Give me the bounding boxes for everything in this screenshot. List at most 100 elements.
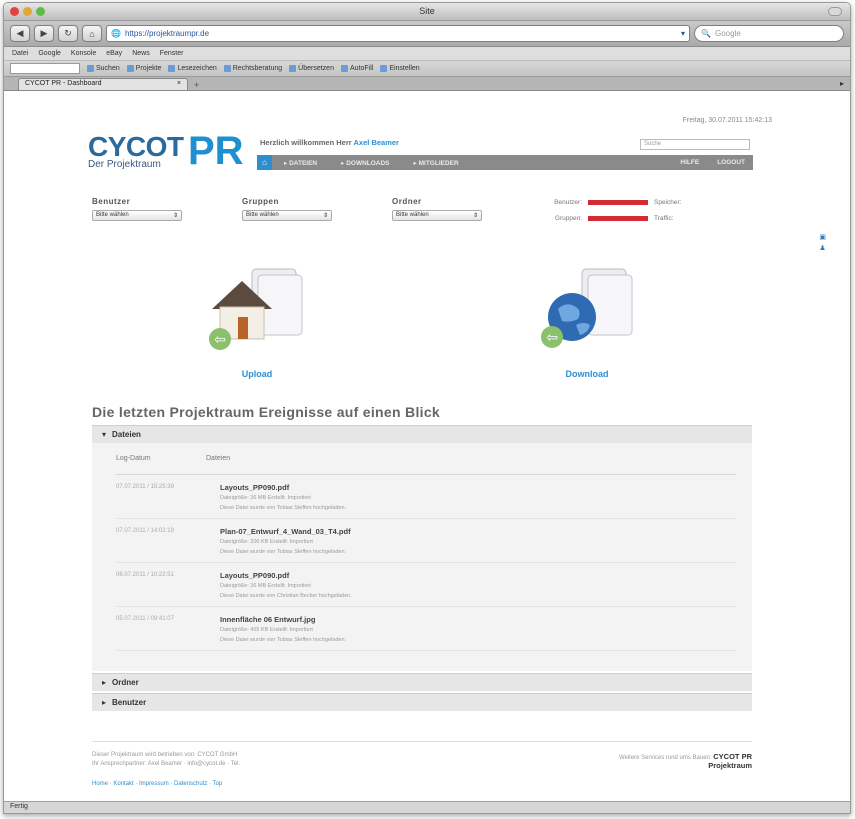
panel-header-benutzer[interactable]: ▸ Benutzer (92, 693, 752, 711)
cycot-pr-logo[interactable]: CYCOT PR Der Projektraum (88, 131, 244, 171)
menu-item[interactable]: Konsole (71, 50, 96, 57)
nav-item-logout[interactable]: LOGOUT (717, 159, 745, 166)
bookmark-item[interactable]: Projekte (126, 65, 161, 72)
panel-header-dateien[interactable]: ▾ Dateien (92, 425, 752, 443)
footer-links[interactable]: Home · Kontakt · Impressum · Datenschutz… (92, 781, 240, 787)
menu-item[interactable]: eBay (106, 50, 122, 57)
log-timestamp: 07.07.2011 / 14:02:19 (116, 528, 174, 534)
greeting-text: Herzlich willkommen Herr (260, 138, 352, 147)
column-header[interactable]: Dateien (206, 455, 230, 462)
site-search-input[interactable]: Suche (640, 139, 750, 150)
table-row: 07.07.2011 / 14:02:19 Plan-07_Entwurf_4_… (116, 519, 736, 563)
select-arrows-icon: ⇕ (322, 213, 328, 219)
main-navigation: ⌂ ▸ DATEIEN ▸ DOWNLOADS ▸ MITGLIEDER HIL… (257, 155, 753, 170)
filter-gruppen: Gruppen Bitte wählen ⇕ (242, 197, 332, 221)
benutzer-select[interactable]: Bitte wählen ⇕ (92, 210, 182, 221)
toolbar-toggle-button[interactable] (828, 7, 842, 16)
bookmark-item[interactable]: Übersetzen (289, 65, 334, 72)
stat-row: Benutzer: Speicher: (534, 199, 681, 206)
nav-right-group: HILFE LOGOUT (680, 159, 753, 166)
bookmark-item[interactable]: Lesezeichen (168, 65, 217, 72)
user-icon[interactable]: ♟ (819, 244, 826, 252)
upload-action[interactable]: ⇦ Upload (202, 259, 312, 379)
bookmark-item[interactable]: Rechtsberatung (223, 65, 283, 72)
nav-item-downloads[interactable]: ▸ DOWNLOADS (329, 159, 401, 167)
upload-label[interactable]: Upload (202, 369, 312, 379)
nav-item-hilfe[interactable]: HILFE (680, 159, 699, 166)
user-name-link[interactable]: Axel Beamer (354, 138, 399, 147)
file-meta: Diese Datei wurde von Tobias Steffen hoc… (220, 637, 347, 643)
reload-button[interactable]: ↻ (58, 25, 78, 42)
globe-folder-download-icon: ⇦ (532, 259, 642, 359)
rss-icon[interactable]: ▾ (681, 29, 685, 38)
bookmark-label: Lesezeichen (177, 65, 217, 72)
welcome-message: Herzlich willkommen Herr Axel Beamer (260, 138, 399, 147)
tab-close-icon[interactable]: × (177, 80, 181, 89)
bookmark-label: Übersetzen (298, 65, 334, 72)
select-arrows-icon: ⇕ (472, 213, 478, 219)
column-header[interactable]: Log-Datum (116, 455, 206, 462)
gruppen-select[interactable]: Bitte wählen ⇕ (242, 210, 332, 221)
logo-cycot-text: CYCOT (88, 131, 184, 162)
file-meta: Dateigröße: 200 KB Erstellt: Importiert (220, 539, 313, 545)
house-folder-upload-icon: ⇦ (202, 259, 312, 359)
bookmark-icon (126, 65, 134, 72)
bookmark-item[interactable]: Einstellen (380, 65, 420, 72)
file-name-link[interactable]: Plan-07_Entwurf_4_Wand_03_T4.pdf (220, 527, 351, 536)
collapsed-chevron-icon: ▸ (102, 678, 107, 687)
title-bar: Site (4, 3, 850, 21)
status-bar: Fertig (4, 801, 850, 813)
filter-label: Benutzer (92, 197, 131, 206)
download-action[interactable]: ⇦ Download (532, 259, 642, 379)
menu-item[interactable]: Google (38, 50, 61, 57)
panel-title: Ordner (112, 678, 139, 687)
home-icon[interactable]: ⌂ (257, 155, 272, 170)
file-meta: Dateigröße: 36 MB Erstellt: Importiert (220, 583, 311, 589)
side-toolbar: ▣ ♟ (819, 233, 826, 252)
nav-item-mitglieder[interactable]: ▸ MITGLIEDER (402, 159, 471, 167)
select-value: Bitte wählen (396, 212, 429, 218)
new-tab-button[interactable]: + (194, 80, 199, 90)
menu-item[interactable]: News (132, 50, 150, 57)
bookmark-label: Einstellen (389, 65, 420, 72)
nav-item-dateien[interactable]: ▸ DATEIEN (272, 159, 329, 167)
browser-toolbar: ◀ ▶ ↻ ⌂ 🌐 https://projektraumpr.de ▾ 🔍 G… (4, 21, 850, 47)
bookmark-label: Rechtsberatung (232, 65, 283, 72)
home-button[interactable]: ⌂ (82, 25, 102, 42)
search-icon: 🔍 (701, 29, 711, 38)
tab-overflow-icon[interactable]: ▸ (840, 79, 844, 88)
select-arrows-icon: ⇕ (172, 213, 178, 219)
forward-button[interactable]: ▶ (34, 25, 54, 42)
search-field[interactable]: 🔍 Google (694, 25, 844, 42)
tab-active[interactable]: CYCOT PR - Dashboard × (18, 78, 188, 90)
select-value: Bitte wählen (96, 212, 129, 218)
file-meta: Diese Datei wurde von Tobias Steffen hoc… (220, 549, 347, 555)
globe-icon: 🌐 (111, 29, 121, 38)
ordner-select[interactable]: Bitte wählen ⇕ (392, 210, 482, 221)
filter-label: Gruppen (242, 197, 279, 206)
file-name-link[interactable]: Layouts_PP090.pdf (220, 571, 352, 580)
filter-benutzer: Benutzer Bitte wählen ⇕ (92, 197, 182, 221)
file-name-link[interactable]: Layouts_PP090.pdf (220, 483, 346, 492)
back-button[interactable]: ◀ (10, 25, 30, 42)
search-placeholder: Google (714, 29, 741, 38)
bookmark-item[interactable]: AutoFill (340, 65, 374, 72)
bookmark-item[interactable]: Suchen (87, 65, 120, 72)
row-content: Plan-07_Entwurf_4_Wand_03_T4.pdf Dateigr… (220, 527, 351, 556)
footer-brand[interactable]: CYCOT PR (713, 752, 752, 761)
address-bar[interactable]: 🌐 https://projektraumpr.de ▾ (106, 25, 690, 42)
tab-bar: CYCOT PR - Dashboard × + ▸ (4, 77, 850, 91)
usage-stats: Benutzer: Speicher: Gruppen: Traffic: (534, 199, 681, 231)
menu-item[interactable]: Fenster (160, 50, 184, 57)
bookmark-search-input[interactable] (10, 63, 80, 74)
expanded-chevron-icon: ▾ (102, 430, 107, 439)
url-text: https://projektraumpr.de (124, 29, 210, 38)
menu-item[interactable]: Datei (12, 50, 28, 57)
feed-icon[interactable]: ▣ (819, 233, 826, 241)
bookmark-label: AutoFill (349, 65, 374, 72)
page-title: Die letzten Projektraum Ereignisse auf e… (92, 404, 440, 420)
browser-window: Site ◀ ▶ ↻ ⌂ 🌐 https://projektraumpr.de … (3, 2, 851, 814)
file-name-link[interactable]: Innenfläche 06 Entwurf.jpg (220, 615, 346, 624)
download-label[interactable]: Download (532, 369, 642, 379)
panel-header-ordner[interactable]: ▸ Ordner (92, 673, 752, 691)
